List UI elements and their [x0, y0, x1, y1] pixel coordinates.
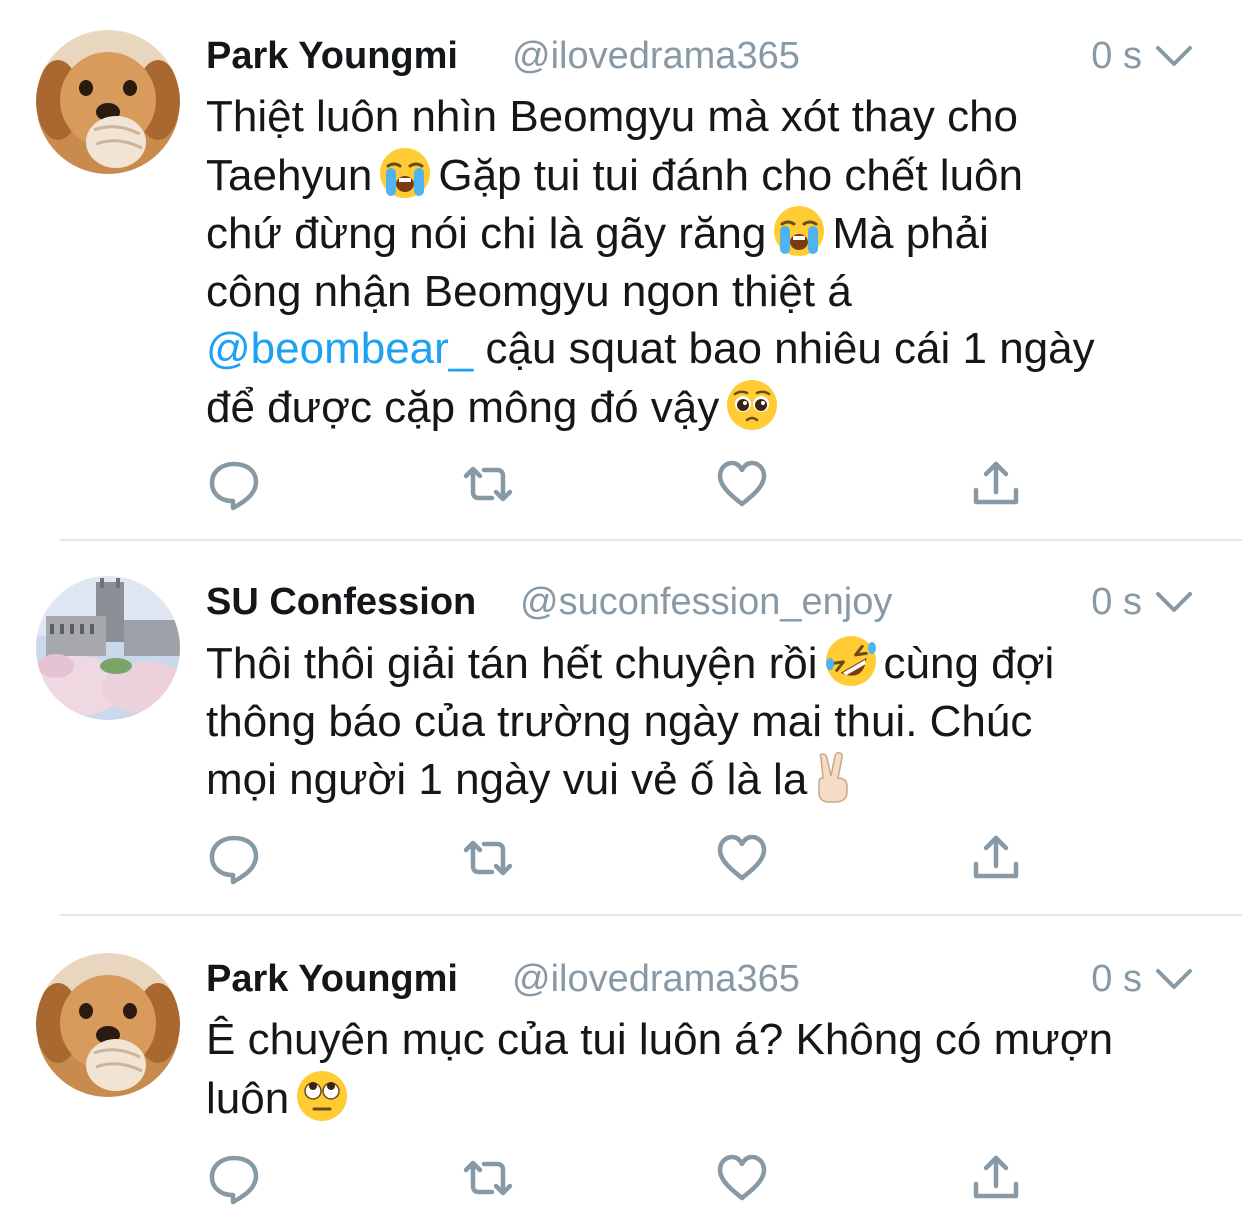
victory-hand-icon — [807, 750, 861, 804]
tweet-text: Thôi thôi giải tán hết chuyện rồi cùng đợ… — [206, 634, 1196, 809]
text-line: công nhận Beomgyu ngon thiệt á — [206, 266, 852, 316]
share-icon[interactable] — [968, 456, 1024, 512]
like-icon[interactable] — [714, 1150, 770, 1206]
retweet-icon[interactable] — [460, 830, 516, 886]
display-name[interactable]: SU Confession — [206, 578, 476, 626]
text-line: chứ đừng nói chi là gãy răng — [206, 209, 767, 258]
text-line: Ê chuyên mục của tui luôn á? Không có mư… — [206, 1015, 1114, 1064]
divider — [60, 539, 1242, 541]
text-line: mọi người 1 ngày vui vẻ ố là la — [206, 755, 808, 804]
rolling-on-floor-laughing-icon — [824, 634, 878, 688]
text-line: cậu squat bao nhiêu cái 1 ngày — [485, 324, 1095, 373]
user-handle[interactable]: @suconfession_enjoy — [520, 578, 892, 626]
pleading-face-icon — [725, 378, 779, 432]
display-name[interactable]: Park Youngmi — [206, 955, 458, 1003]
avatar[interactable] — [36, 576, 180, 720]
text-line: Thiệt luôn nhìn Beomgyu mà xót thay cho — [206, 92, 1019, 141]
text-line: Gặp tui tui đánh cho chết luôn — [438, 150, 1023, 200]
tweet-actions — [206, 456, 1036, 512]
text-line: Thôi thôi giải tán hết chuyện rồi — [206, 639, 818, 688]
text-line: để được cặp mông đó vậy — [206, 382, 720, 432]
timestamp: 0 s — [1091, 581, 1142, 623]
avatar[interactable] — [36, 30, 180, 174]
tweet-text: Thiệt luôn nhìn Beomgyu mà xót thay cho … — [206, 88, 1196, 436]
like-icon[interactable] — [714, 456, 770, 512]
retweet-icon[interactable] — [460, 456, 516, 512]
avatar[interactable] — [36, 953, 180, 1097]
text-line: cùng đợi — [883, 639, 1055, 688]
text-line: Mà phải — [832, 209, 989, 258]
share-icon[interactable] — [968, 830, 1024, 886]
user-handle[interactable]: @ilovedrama365 — [512, 955, 800, 1003]
retweet-icon[interactable] — [460, 1150, 516, 1206]
loudly-crying-face-icon — [772, 204, 826, 258]
chevron-down-icon[interactable] — [1154, 586, 1194, 618]
tweet-actions — [206, 1150, 1036, 1206]
text-line: thông báo của trường ngày mai thui. Chúc — [206, 696, 1033, 746]
face-with-rolling-eyes-icon — [295, 1069, 349, 1123]
like-icon[interactable] — [714, 830, 770, 886]
text-line: Taehyun — [206, 150, 373, 200]
reply-icon[interactable] — [206, 830, 262, 886]
timestamp: 0 s — [1091, 958, 1142, 1000]
user-handle[interactable]: @ilovedrama365 — [512, 32, 800, 80]
chevron-down-icon[interactable] — [1154, 40, 1194, 72]
tweet-actions — [206, 830, 1036, 886]
display-name[interactable]: Park Youngmi — [206, 32, 458, 80]
text-line: luôn — [206, 1073, 290, 1123]
timestamp: 0 s — [1091, 35, 1142, 77]
mention-link[interactable]: @beombear_ — [206, 324, 473, 373]
share-icon[interactable] — [968, 1150, 1024, 1206]
reply-icon[interactable] — [206, 1150, 262, 1206]
divider — [60, 914, 1242, 916]
reply-icon[interactable] — [206, 456, 262, 512]
loudly-crying-face-icon — [378, 146, 432, 200]
chevron-down-icon[interactable] — [1154, 963, 1194, 995]
tweet-text: Ê chuyên mục của tui luôn á? Không có mư… — [206, 1011, 1196, 1127]
